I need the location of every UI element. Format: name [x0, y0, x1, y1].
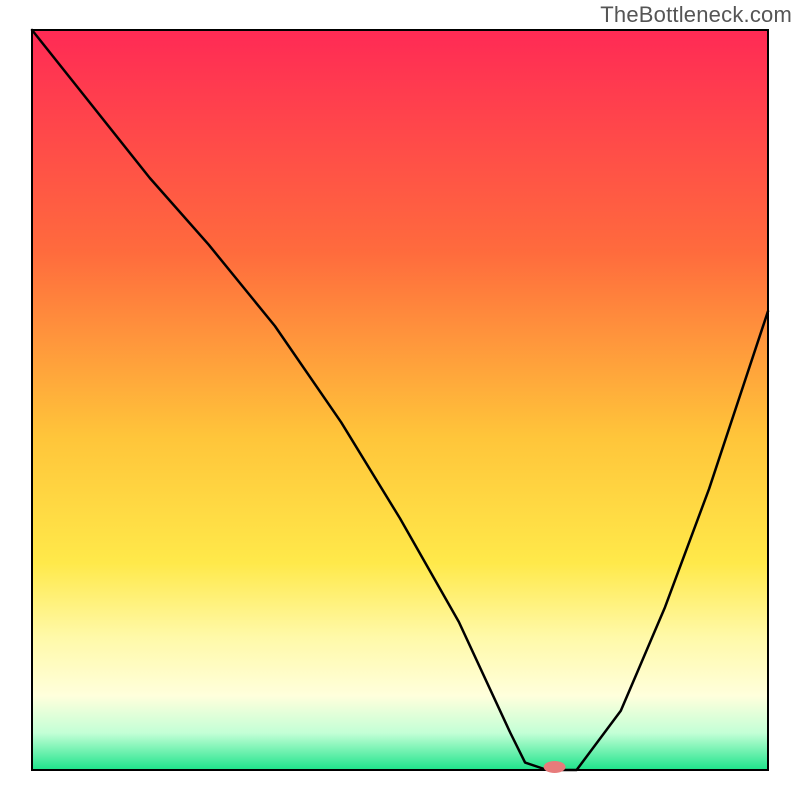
chart-svg [0, 0, 800, 800]
plot-background [32, 30, 768, 770]
bottleneck-chart: TheBottleneck.com [0, 0, 800, 800]
watermark-text: TheBottleneck.com [600, 2, 792, 28]
optimal-marker [544, 761, 566, 773]
